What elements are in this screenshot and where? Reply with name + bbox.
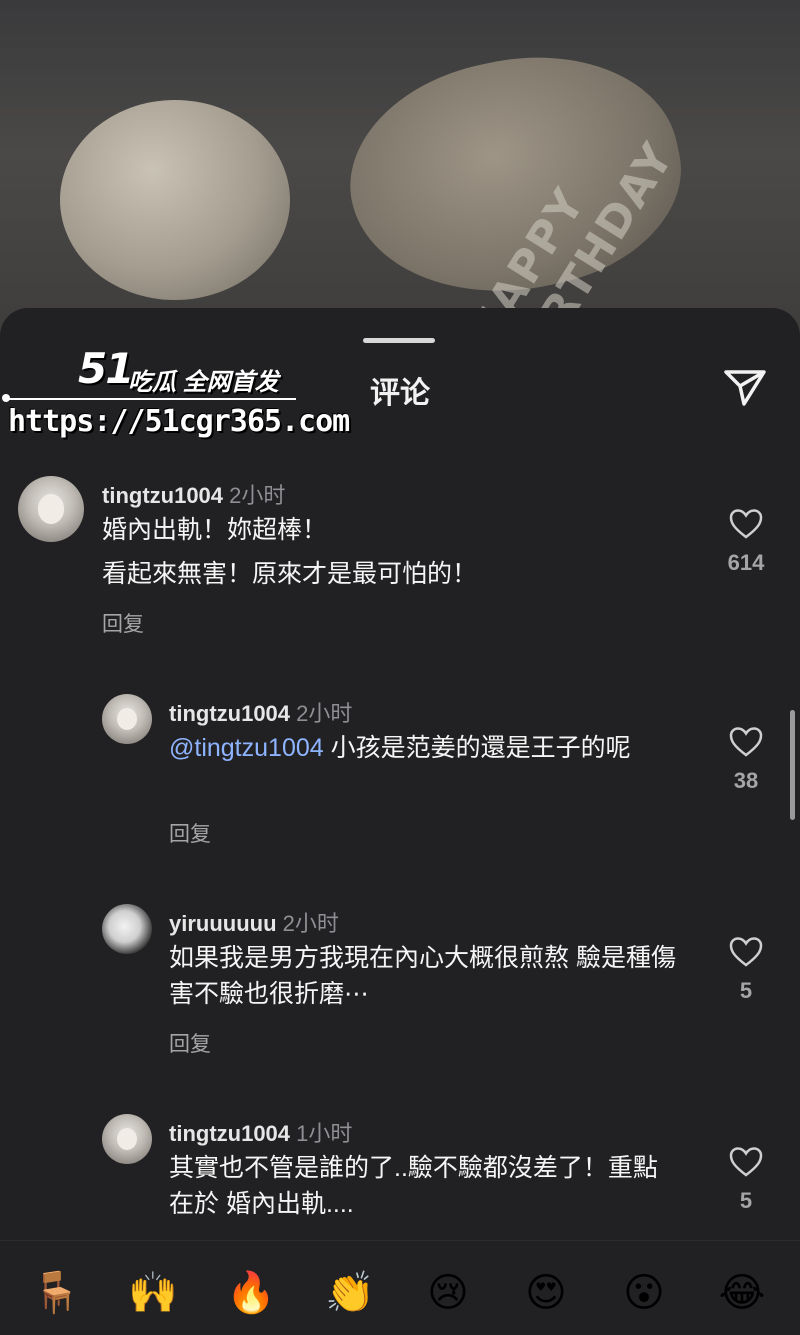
comment-meta: yiruuuuuu 2小时 — [169, 906, 339, 938]
watermark-line — [4, 398, 296, 400]
comment-text: 其實也不管是誰的了..驗不驗都沒差了！重點在於 婚內出軌.... — [169, 1154, 658, 1218]
avatar[interactable] — [102, 694, 152, 744]
comment-username[interactable]: tingtzu1004 — [169, 701, 290, 726]
like-count: 614 — [727, 550, 765, 575]
comment-time: 1小时 — [296, 1121, 353, 1146]
reply-button[interactable]: 回复 — [169, 818, 211, 848]
like-button[interactable]: 5 — [716, 936, 776, 1004]
like-button[interactable]: 5 — [716, 1146, 776, 1214]
emoji-laughing-face[interactable]: 😂 — [718, 1269, 766, 1317]
comment-username[interactable]: yiruuuuuu — [169, 911, 277, 936]
like-button[interactable]: 614 — [716, 508, 776, 576]
heart-icon — [729, 727, 763, 757]
comment-time: 2小时 — [296, 701, 353, 726]
like-count: 5 — [739, 978, 753, 1003]
comment-text: 婚內出軌！妳超棒！ 看起來無害！原來才是最可怕的！ — [102, 512, 622, 592]
heart-icon — [729, 1147, 763, 1177]
drag-handle[interactable] — [363, 338, 435, 343]
emoji-bar: 🪑 🙌 🔥 👏 😢 😍 😮 😂 — [0, 1240, 800, 1335]
comment-meta: tingtzu1004 1小时 — [169, 1116, 352, 1148]
comment-text: @tingtzu1004 小孩是范姜的還是王子的呢 — [169, 730, 689, 766]
avatar[interactable] — [102, 1114, 152, 1164]
emoji-fire[interactable]: 🔥 — [226, 1269, 276, 1317]
reply-button[interactable]: 回复 — [169, 1028, 211, 1058]
comment-body: 小孩是范姜的還是王子的呢 — [323, 734, 631, 762]
comment-mention[interactable]: @tingtzu1004 — [169, 734, 324, 762]
like-count: 38 — [733, 768, 759, 793]
comment-meta: tingtzu1004 2小时 — [102, 478, 285, 510]
emoji-clapping-hands[interactable]: 👏 — [325, 1269, 375, 1317]
comment-time: 2小时 — [282, 911, 339, 936]
emoji-crying-face[interactable]: 😢 — [424, 1269, 472, 1317]
send-icon[interactable] — [722, 364, 768, 410]
comment-meta: tingtzu1004 2小时 — [169, 696, 352, 728]
comment-username[interactable]: tingtzu1004 — [102, 483, 223, 508]
emoji-raising-hands[interactable]: 🙌 — [128, 1269, 178, 1317]
like-button[interactable]: 38 — [716, 726, 776, 794]
emoji-heart-eyes[interactable]: 😍 — [522, 1269, 570, 1317]
comment-line: 看起來無害！原來才是最可怕的！ — [102, 560, 478, 588]
comment-line: 婚內出軌！妳超棒！ — [102, 516, 328, 544]
watermark-url: https://51cgr365.com — [8, 404, 350, 439]
heart-icon — [729, 937, 763, 967]
comment-text: 如果我是男方我現在內心大概很煎熬 驗是種傷害不驗也很折磨⋯ — [169, 944, 676, 1008]
comment-username[interactable]: tingtzu1004 — [169, 1121, 290, 1146]
avatar[interactable] — [102, 904, 152, 954]
like-count: 5 — [739, 1188, 753, 1213]
watermark: 51 吃瓜 全网首发 https://51cgr365.com — [0, 344, 350, 444]
plush-toy — [60, 100, 290, 300]
post-photo: HAPPY BIRTHDAY — [0, 0, 800, 340]
watermark-tagline: 吃瓜 全网首发 — [128, 369, 279, 396]
comment-time: 2小时 — [229, 483, 286, 508]
scrollbar[interactable] — [790, 710, 795, 820]
avatar[interactable] — [18, 476, 84, 542]
heart-icon — [729, 509, 763, 539]
emoji-surprised-face[interactable]: 😮 — [620, 1269, 668, 1317]
watermark-logo: 51 — [78, 344, 134, 393]
emoji-chair[interactable]: 🪑 — [31, 1269, 81, 1317]
reply-button[interactable]: 回复 — [102, 608, 144, 638]
